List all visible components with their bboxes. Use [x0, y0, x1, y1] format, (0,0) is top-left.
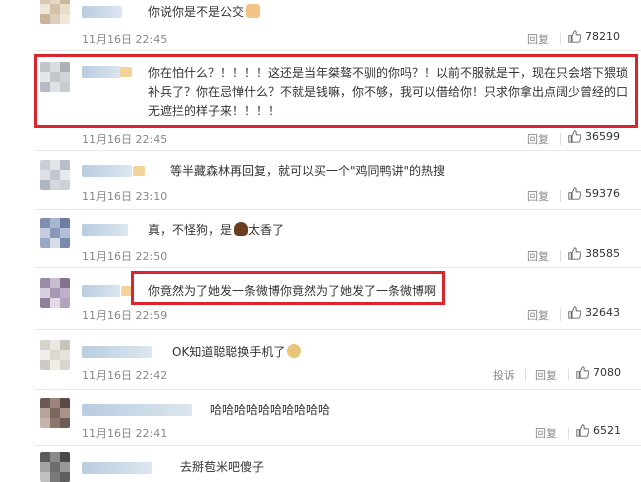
like-button[interactable]: 6521	[576, 424, 621, 437]
thumbs-up-icon	[568, 130, 581, 143]
comment-time: 11月16日 22:59	[82, 309, 168, 322]
reply-button[interactable]: 回复	[527, 131, 549, 147]
comment-time: 11月16日 22:42	[82, 369, 168, 382]
poop-emoji	[234, 222, 249, 236]
divider	[568, 369, 569, 381]
comment-time: 11月16日 22:41	[82, 427, 168, 440]
username[interactable]	[82, 165, 132, 177]
thumbs-up-icon	[568, 30, 581, 43]
highlight-box	[34, 54, 638, 128]
avatar[interactable]	[40, 218, 70, 248]
comment-body: 哈哈哈哈哈哈哈哈哈哈	[210, 403, 331, 417]
like-button[interactable]: 59376	[568, 187, 620, 200]
like-count: 6521	[593, 424, 621, 437]
thumbs-up-icon	[568, 247, 581, 260]
comment-item: 你说你是不是公交 11月16日 22:45 回复 78210	[0, 0, 641, 52]
divider	[35, 150, 641, 151]
divider	[560, 250, 561, 262]
thumbs-up-icon	[576, 366, 589, 379]
comment-time: 11月16日 23:10	[82, 190, 168, 203]
person-emoji	[246, 4, 261, 18]
comment-item: 真，不怪狗，是 太香了 11月16日 22:50 回复 38585	[0, 210, 641, 268]
username[interactable]	[82, 224, 128, 236]
reply-button[interactable]: 回复	[535, 367, 557, 383]
comment-body-end: 太香了	[248, 223, 285, 237]
like-button[interactable]: 7080	[576, 366, 621, 379]
divider	[35, 50, 641, 51]
username[interactable]	[82, 346, 152, 358]
divider	[560, 133, 561, 145]
comment-item: OK知道聪聪换手机了 11月16日 22:42 投诉 回复 7080	[0, 330, 641, 390]
divider	[560, 309, 561, 321]
report-button[interactable]: 投诉	[493, 367, 515, 383]
comment-text: OK知道聪聪换手机了	[172, 342, 302, 362]
like-count: 59376	[585, 187, 620, 200]
avatar[interactable]	[40, 160, 70, 190]
username[interactable]	[82, 6, 122, 18]
avatar[interactable]	[40, 398, 70, 428]
like-count: 78210	[585, 30, 620, 43]
user-badge	[133, 166, 145, 176]
divider	[525, 369, 526, 381]
comment-time: 11月16日 22:50	[82, 250, 168, 263]
comment-body: 去掰苞米吧傻子	[180, 460, 265, 474]
like-count: 32643	[585, 306, 620, 319]
divider	[560, 190, 561, 202]
like-count: 36599	[585, 130, 620, 143]
divider	[568, 427, 569, 439]
username[interactable]	[82, 404, 192, 416]
like-count: 38585	[585, 247, 620, 260]
reply-button[interactable]: 回复	[527, 188, 549, 204]
thumbs-up-icon	[576, 424, 589, 437]
comment-text: 你说你是不是公交	[148, 2, 261, 22]
avatar[interactable]	[40, 278, 70, 308]
dog-emoji	[287, 344, 302, 358]
username[interactable]	[82, 462, 152, 474]
reply-button[interactable]: 回复	[535, 425, 557, 441]
comment-time: 11月16日 22:45	[82, 33, 168, 46]
divider	[560, 33, 561, 45]
avatar[interactable]	[40, 452, 70, 482]
avatar[interactable]	[40, 0, 70, 24]
like-button[interactable]: 78210	[568, 30, 620, 43]
reply-button[interactable]: 回复	[527, 248, 549, 264]
reply-button[interactable]: 回复	[527, 307, 549, 323]
like-button[interactable]: 38585	[568, 247, 620, 260]
username[interactable]	[82, 285, 120, 297]
comment-body: 你说你是不是公交	[148, 5, 245, 19]
comment-item: 等半藏森林再回复，就可以买一个"鸡同鸭讲"的热搜 11月16日 23:10 回复…	[0, 152, 641, 210]
comment-body: OK知道聪聪换手机了	[172, 345, 286, 359]
like-button[interactable]: 36599	[568, 130, 620, 143]
highlight-box	[131, 271, 445, 305]
thumbs-up-icon	[568, 306, 581, 319]
comment-body: 等半藏森林再回复，就可以买一个"鸡同鸭讲"的热搜	[170, 164, 446, 178]
avatar[interactable]	[40, 340, 70, 370]
like-count: 7080	[593, 366, 621, 379]
comment-time: 11月16日 22:45	[82, 133, 168, 146]
thumbs-up-icon	[568, 187, 581, 200]
reply-button[interactable]: 回复	[527, 31, 549, 47]
comment-body: 真，不怪狗，是	[148, 223, 233, 237]
comment-item: 哈哈哈哈哈哈哈哈哈哈 11月16日 22:41 回复 6521	[0, 390, 641, 446]
comment-text: 真，不怪狗，是 太香了	[148, 220, 284, 240]
comment-item: 去掰苞米吧傻子	[0, 446, 641, 482]
like-button[interactable]: 32643	[568, 306, 620, 319]
